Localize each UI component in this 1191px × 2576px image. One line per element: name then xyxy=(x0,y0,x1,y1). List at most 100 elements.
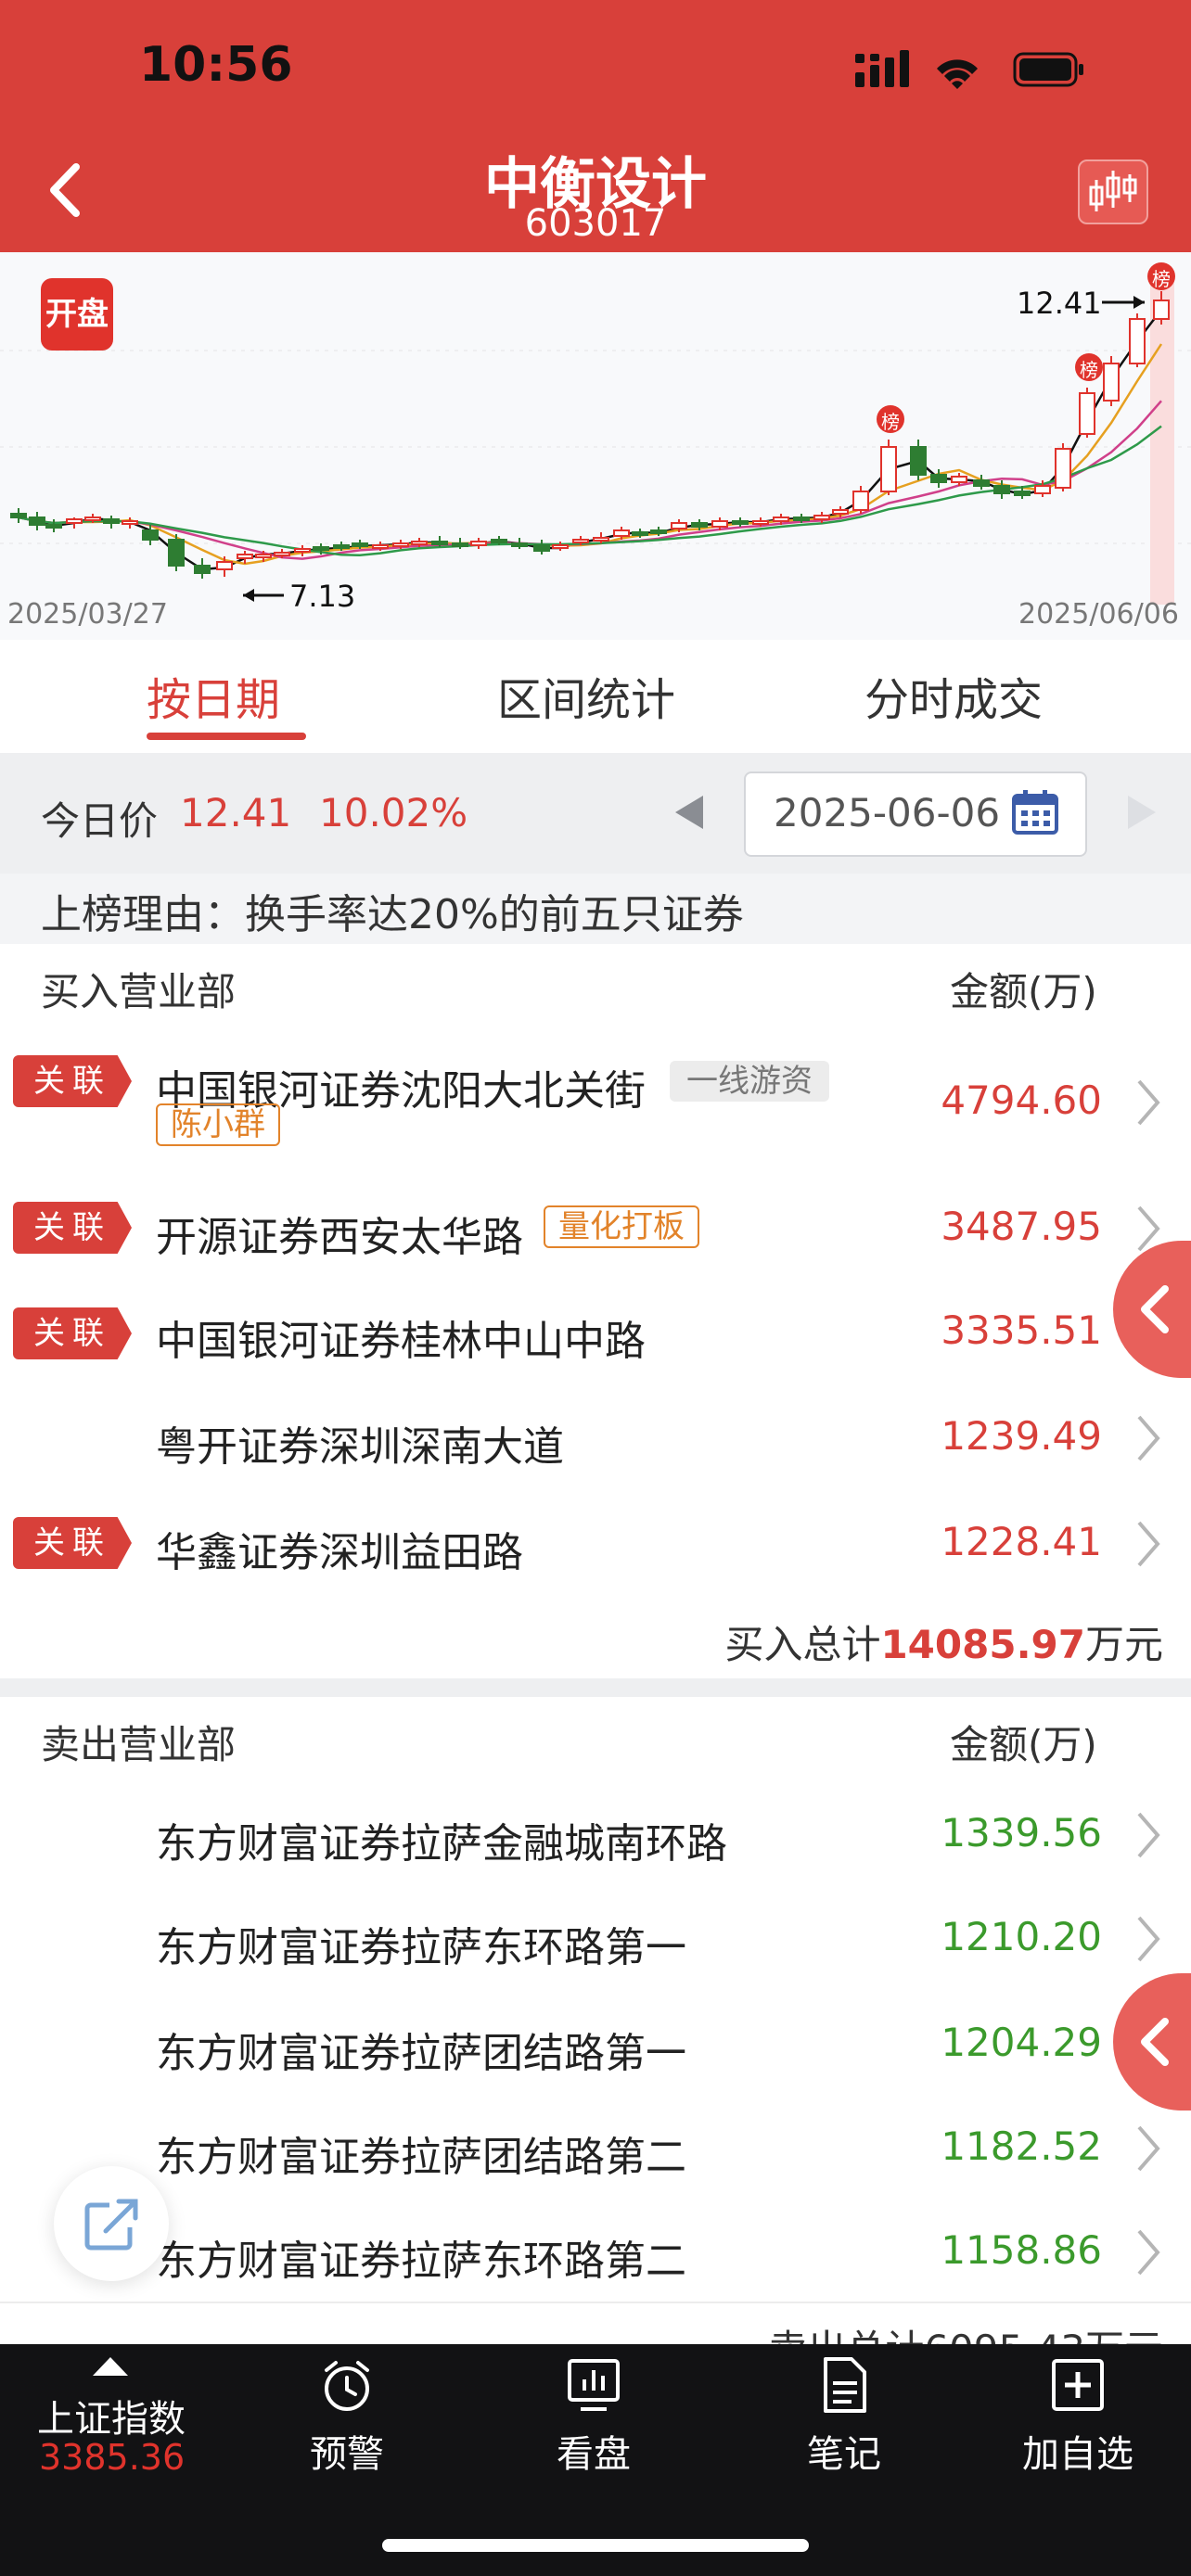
candle xyxy=(216,561,233,570)
candle xyxy=(294,548,311,553)
high-arrow-head xyxy=(1133,296,1145,309)
tab-by-date[interactable]: 按日期 xyxy=(147,663,280,728)
buy-total: 买入总计14085.97万元 xyxy=(0,1613,1163,1670)
chart-end-date: 2025/06/06 xyxy=(1018,598,1179,631)
candle xyxy=(142,529,159,541)
share-icon xyxy=(84,2199,138,2251)
chevron-right-icon[interactable] xyxy=(1133,2227,1163,2277)
index-name[interactable]: 上证指数 xyxy=(37,2389,186,2442)
candle xyxy=(910,446,927,476)
kline-toggle-button[interactable] xyxy=(1078,159,1148,224)
candle xyxy=(10,513,27,518)
candle xyxy=(632,531,648,536)
chevron-left-icon xyxy=(1141,1285,1169,1333)
prev-date-icon[interactable] xyxy=(672,794,709,831)
chevron-right-icon[interactable] xyxy=(1133,1914,1163,1964)
rank-marker: 榜 xyxy=(877,405,904,433)
sell-amount: 1204.29 xyxy=(941,2020,1102,2065)
chevron-right-icon[interactable] xyxy=(1133,1413,1163,1463)
next-date-icon[interactable] xyxy=(1122,794,1159,831)
nav-notes-label[interactable]: 笔记 xyxy=(761,2424,928,2478)
candle xyxy=(122,520,138,525)
svg-text:榜: 榜 xyxy=(881,411,900,433)
today-price-label: 今日价 xyxy=(41,798,159,844)
candle xyxy=(194,565,211,574)
notes-icon[interactable] xyxy=(814,2355,874,2415)
candle xyxy=(650,529,667,534)
sell-amount: 1339.56 xyxy=(941,1810,1102,1855)
buy-section-title: 买入营业部 xyxy=(41,969,237,1014)
candle xyxy=(1055,448,1071,489)
date-value[interactable]: 2025-06-06 xyxy=(774,790,1000,835)
candle xyxy=(793,516,810,521)
nav-alert-label[interactable]: 预警 xyxy=(263,2424,430,2478)
monitor-chart-icon[interactable] xyxy=(564,2355,623,2415)
broker-name: 东方财富证券拉萨东环路第一 xyxy=(156,1924,686,1971)
candle xyxy=(711,520,728,528)
alarm-clock-icon[interactable] xyxy=(317,2355,377,2415)
moving-average-line xyxy=(18,425,1162,557)
tab-tick-trades[interactable]: 分时成交 xyxy=(864,663,1043,728)
candle xyxy=(470,541,487,546)
buy-amount: 3487.95 xyxy=(941,1204,1102,1249)
sell-amount: 1182.52 xyxy=(941,2123,1102,2169)
candle xyxy=(691,522,708,528)
candle xyxy=(1034,485,1051,494)
sell-section-title: 卖出营业部 xyxy=(41,1722,237,1767)
buy-amount-header: 金额(万) xyxy=(950,969,1097,1014)
broker-name: 中国银河证券桂林中山中路 xyxy=(156,1318,646,1365)
candle xyxy=(1129,318,1146,364)
chevron-right-icon[interactable] xyxy=(1133,1519,1163,1569)
related-tag: 关联 xyxy=(13,1055,132,1107)
current-day-highlight xyxy=(1150,280,1174,605)
candle xyxy=(274,552,290,556)
buy-amount: 4794.60 xyxy=(941,1078,1102,1123)
sell-amount: 1158.86 xyxy=(941,2227,1102,2273)
candle xyxy=(973,479,990,487)
candle xyxy=(1079,392,1095,435)
tab-range-stats[interactable]: 区间统计 xyxy=(497,663,675,728)
share-button[interactable] xyxy=(54,2166,169,2281)
listing-reason: 上榜理由：换手率达20%的前五只证券 xyxy=(41,891,744,938)
home-indicator xyxy=(382,2539,809,2552)
add-watchlist-icon[interactable] xyxy=(1048,2355,1108,2415)
buy-amount: 3335.51 xyxy=(941,1307,1102,1353)
candle xyxy=(431,541,448,545)
side-panel-button[interactable] xyxy=(1113,1973,1191,2111)
kline-chart[interactable]: 12.41 7.13 榜 榜 榜 xyxy=(0,252,1191,640)
side-panel-button[interactable] xyxy=(1113,1241,1191,1378)
candle xyxy=(452,542,468,547)
broker-name: 东方财富证券拉萨团结路第一 xyxy=(156,2030,686,2077)
stock-code: 603017 xyxy=(524,202,667,245)
candle xyxy=(752,520,769,525)
candle xyxy=(237,554,253,559)
chevron-right-icon[interactable] xyxy=(1133,2123,1163,2174)
chevron-right-icon[interactable] xyxy=(1133,1078,1163,1128)
low-arrow-head xyxy=(243,589,254,602)
candle xyxy=(993,485,1010,494)
index-value[interactable]: 3385.36 xyxy=(39,2437,185,2478)
high-price-label: 12.41 xyxy=(1017,286,1102,321)
candle xyxy=(951,476,967,483)
candle xyxy=(880,446,897,492)
trader-name-tag[interactable]: 陈小群 xyxy=(156,1103,280,1146)
rank-marker: 榜 xyxy=(1075,353,1103,381)
nav-watch-label[interactable]: 看盘 xyxy=(510,2424,677,2478)
candle xyxy=(572,539,589,543)
candle xyxy=(1153,300,1170,320)
strategy-tag[interactable]: 量化打板 xyxy=(544,1205,699,1248)
related-tag: 关联 xyxy=(13,1202,132,1254)
candle xyxy=(1014,491,1031,496)
sell-amount-header: 金额(万) xyxy=(950,1722,1097,1767)
tab-active-indicator xyxy=(147,733,306,740)
nav-add-label[interactable]: 加自选 xyxy=(994,2424,1161,2478)
chevron-left-icon xyxy=(1141,2018,1169,2066)
candle xyxy=(511,542,528,547)
open-badge[interactable]: 开盘 xyxy=(41,278,113,351)
candle xyxy=(255,554,272,558)
candle xyxy=(593,537,609,542)
chevron-right-icon[interactable] xyxy=(1133,1810,1163,1860)
expand-up-icon[interactable] xyxy=(91,2355,130,2378)
calendar-icon[interactable] xyxy=(1011,788,1059,836)
buy-total-unit: 万元 xyxy=(1084,1622,1163,1667)
